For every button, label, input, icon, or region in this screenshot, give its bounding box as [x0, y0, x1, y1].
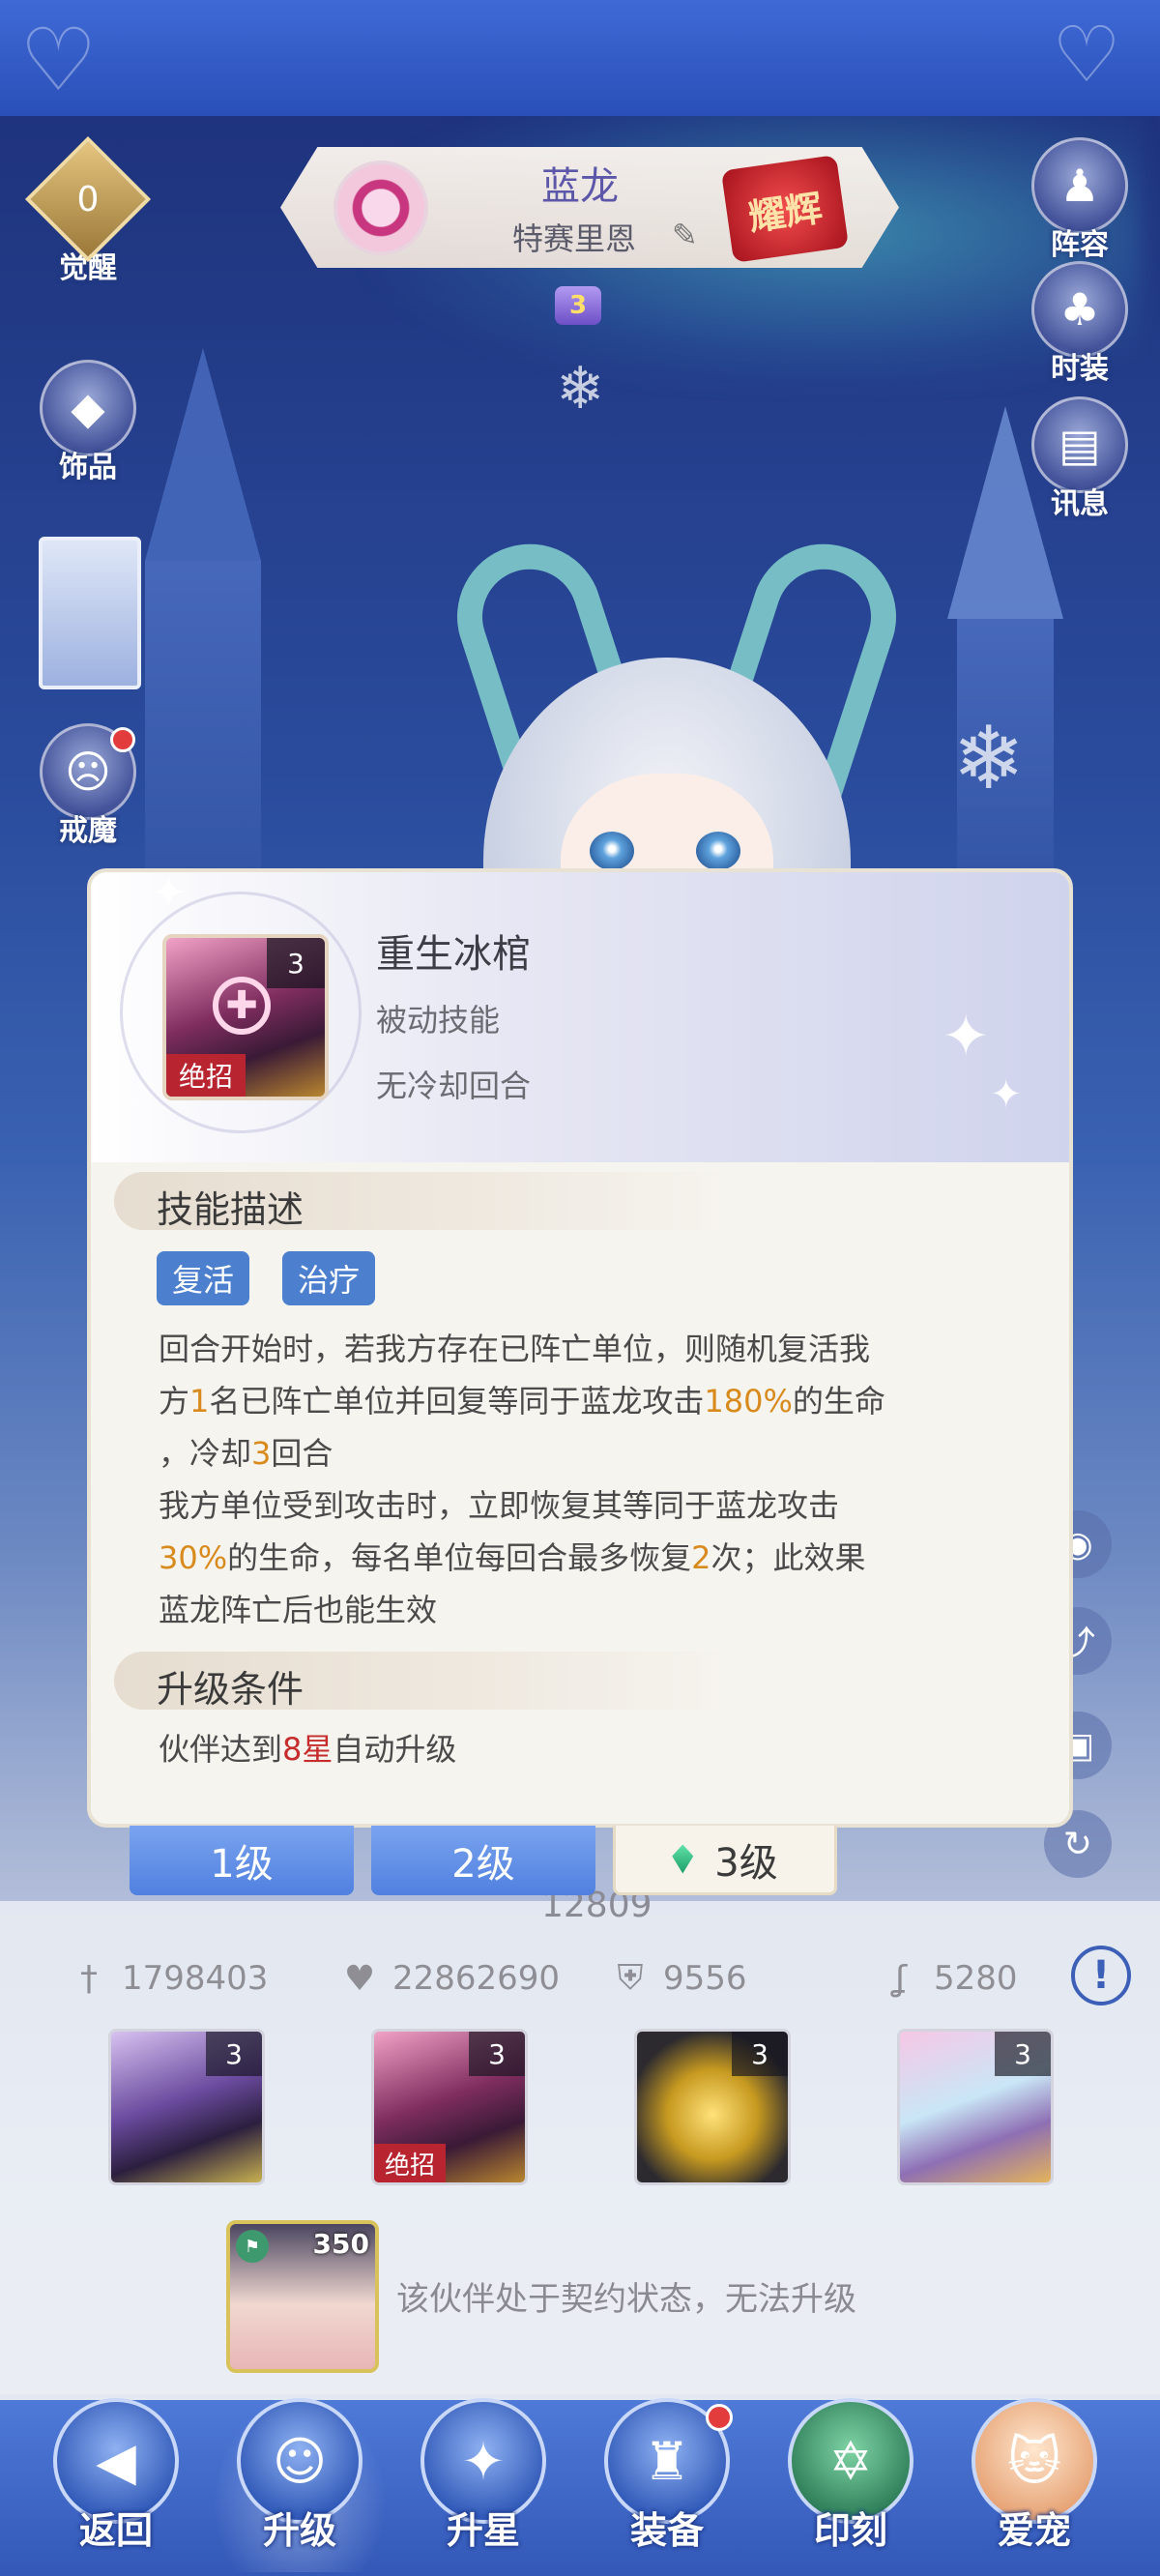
- upgrade-condition: 伙伴达到8星自动升级: [159, 1731, 457, 1768]
- contract-partner-card[interactable]: ⚑ 350: [226, 2220, 379, 2373]
- skill-icon: ✚ 3 绝招: [162, 934, 329, 1100]
- upgrade-section-header: 升级条件: [114, 1652, 733, 1711]
- star-level-badge: 3: [555, 286, 601, 325]
- stat-attack: † 1798403: [70, 1955, 268, 2002]
- partner-contract-message: 该伙伴处于契约状态，无法升级: [396, 2280, 856, 2319]
- stats-info-button[interactable]: !: [1071, 1946, 1131, 2005]
- hero-title: 特赛里恩: [512, 220, 637, 257]
- awaken-button[interactable]: 0 觉醒: [24, 135, 152, 286]
- castle-spire: [145, 348, 261, 561]
- nav-pet[interactable]: 🐱 爱宠: [947, 2398, 1121, 2572]
- hero-portrait-card[interactable]: [39, 537, 141, 689]
- corruption-button[interactable]: ☹ 戒魔: [35, 723, 141, 849]
- skill-slot-1[interactable]: 3: [108, 2029, 265, 2185]
- accessory-icon: ◆: [40, 360, 136, 456]
- notification-dot: [706, 2404, 733, 2431]
- description-line-3: ，冷却3回合: [159, 1435, 334, 1472]
- skill-type: 被动技能: [376, 1002, 501, 1039]
- level-tab-3[interactable]: 3级: [613, 1826, 837, 1895]
- sword-icon: †: [80, 1958, 98, 1999]
- contract-icon: ⚑: [236, 2230, 269, 2263]
- nav-equipment[interactable]: ♜ 装备: [580, 2398, 754, 2572]
- tag-revive: 复活: [157, 1251, 250, 1305]
- skill-icon-level: 3: [267, 938, 325, 988]
- description-section-header: 技能描述: [114, 1172, 733, 1231]
- nav-levelup[interactable]: ☺ 升级: [213, 2398, 387, 2572]
- description-line-6: 蓝龙阵亡后也能生效: [159, 1592, 438, 1628]
- lineup-label: 阵容: [1051, 228, 1109, 262]
- info-book-button[interactable]: ▤ 讯息: [1027, 396, 1133, 522]
- stat-health: ♥ 22862690: [340, 1955, 560, 2002]
- rank-badge: 耀辉: [720, 155, 850, 263]
- description-line-5: 30%的生命，每名单位每回合最多恢复2次；此效果: [159, 1539, 866, 1576]
- description-line-4: 我方单位受到攻击时，立即恢复其等同于蓝龙攻击: [159, 1487, 840, 1524]
- nav-star-up[interactable]: ✦ 升星: [396, 2398, 570, 2572]
- stat-defense: ⛨ 9556: [611, 1955, 746, 2002]
- description-line-1: 回合开始时，若我方存在已阵亡单位，则随机复活我: [159, 1331, 871, 1367]
- tag-heal: 治疗: [282, 1251, 376, 1305]
- skill-detail-popup: ✦ ✦ ✦ ✚ 3 绝招 重生冰棺 被动技能 无冷却回合 技能描述 复活 治疗 …: [87, 868, 1073, 1828]
- edit-icon[interactable]: ✎: [672, 217, 698, 253]
- shield-icon: ⛨: [617, 1958, 644, 1998]
- sparkle-icon: ✦: [151, 868, 187, 918]
- skill-slot-2[interactable]: 3 绝招: [371, 2029, 528, 2185]
- heart-icon: ♥: [343, 1958, 376, 1999]
- chess-piece-icon: ♟: [1031, 137, 1128, 234]
- accessory-label: 饰品: [59, 451, 117, 484]
- level-tab-1[interactable]: 1级: [130, 1826, 354, 1895]
- ultimate-tag: 绝招: [374, 2144, 446, 2182]
- outfit-icon: ♣: [1031, 261, 1128, 358]
- corruption-label: 戒魔: [59, 814, 117, 848]
- boot-icon: ʆ: [894, 1958, 908, 1999]
- nav-imprint[interactable]: ✡ 印刻: [764, 2398, 938, 2572]
- ultimate-tag: 绝招: [166, 1054, 246, 1097]
- snowflake-icon: ❄: [556, 355, 605, 423]
- lineup-button[interactable]: ♟ 阵容: [1027, 137, 1133, 263]
- heart-decoration-icon: ♡: [19, 10, 98, 111]
- cross-icon: ✚: [213, 977, 271, 1035]
- heart-decoration-icon: ♡: [1052, 10, 1121, 100]
- info-book-label: 讯息: [1051, 487, 1109, 521]
- outfit-button[interactable]: ♣ 时装: [1027, 261, 1133, 387]
- skill-cooldown: 无冷却回合: [376, 1068, 532, 1104]
- nav-back[interactable]: ◀ 返回: [29, 2398, 203, 2572]
- hero-name: 蓝龙: [541, 164, 619, 209]
- skill-slot-4[interactable]: 3: [897, 2029, 1054, 2185]
- sparkle-icon: ✦: [942, 1003, 991, 1070]
- accessory-button[interactable]: ◆ 饰品: [35, 360, 141, 485]
- stat-speed: ʆ 5280: [882, 1955, 1018, 2002]
- faction-emblem-icon: [334, 161, 428, 255]
- skill-name: 重生冰棺: [376, 932, 531, 977]
- outfit-label: 时装: [1051, 352, 1109, 386]
- snowflake-icon: ❄: [952, 708, 1026, 809]
- book-icon: ▤: [1031, 396, 1128, 493]
- top-bar: ♡ ♡: [0, 0, 1160, 116]
- description-line-2: 方1名已阵亡单位并回复等同于蓝龙攻击180%的生命: [159, 1383, 885, 1420]
- skill-slot-3[interactable]: 3: [634, 2029, 791, 2185]
- sparkle-icon: ✦: [990, 1072, 1023, 1117]
- level-tab-2[interactable]: 2级: [371, 1826, 595, 1895]
- notification-dot: [110, 727, 135, 752]
- gem-icon: [672, 1844, 694, 1874]
